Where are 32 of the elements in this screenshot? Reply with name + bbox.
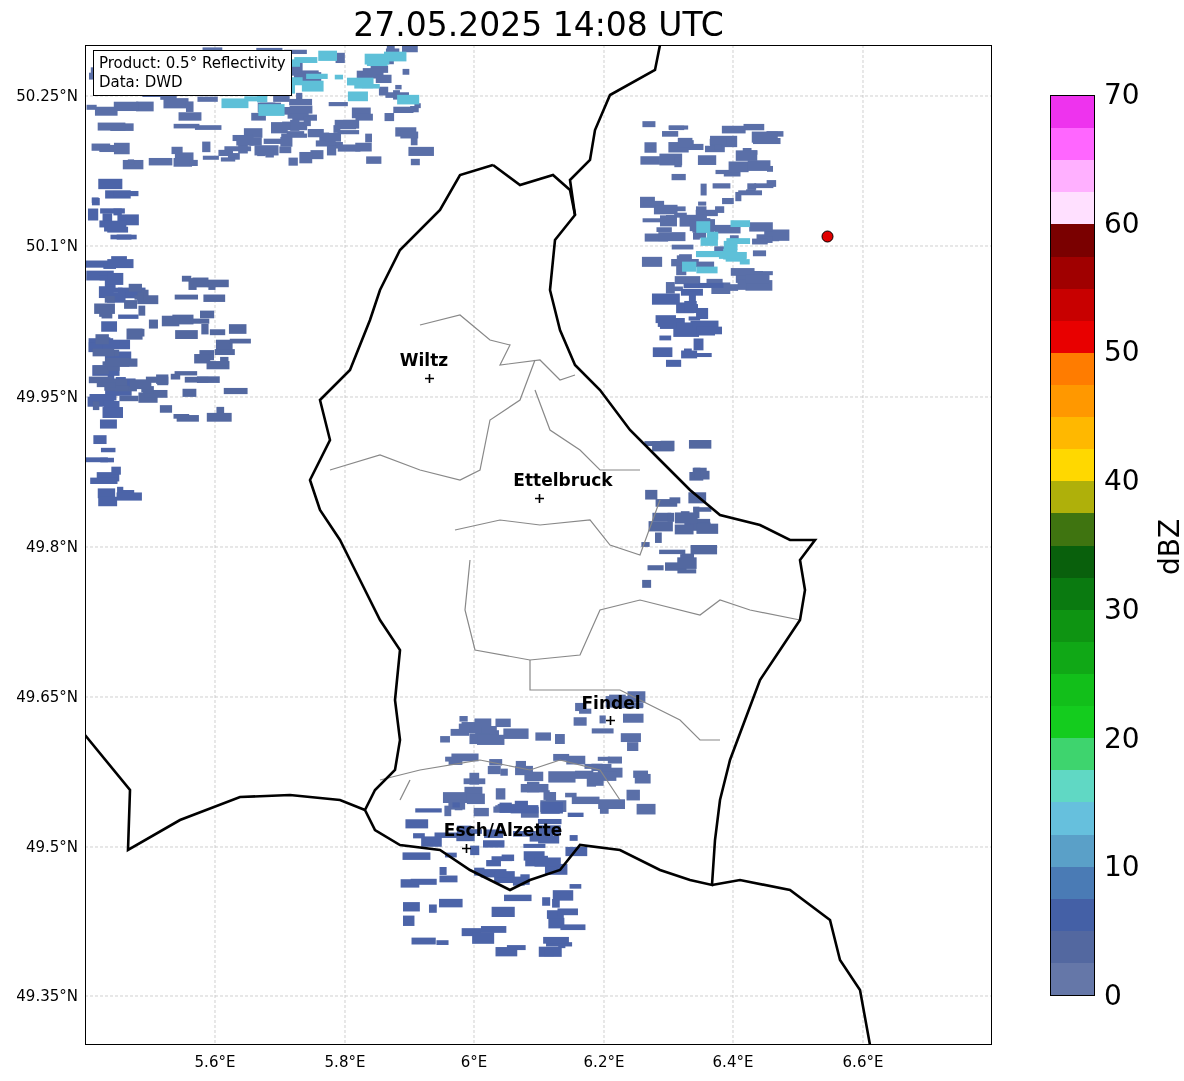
longitude-label: 5.6°E <box>193 1052 237 1072</box>
latitude-label: 49.95°N <box>16 387 78 407</box>
latitude-label: 49.8°N <box>25 537 78 557</box>
city-marker-icon <box>461 843 471 853</box>
colorbar-tick-label: 50 <box>1104 335 1140 370</box>
colorbar-tick-label: 40 <box>1104 464 1140 499</box>
latitude-label: 50.1°N <box>25 236 78 256</box>
latitude-label: 50.25°N <box>16 86 78 106</box>
colorbar-tick-label: 30 <box>1104 592 1140 627</box>
colorbar-label: dBZ <box>1153 517 1184 577</box>
city-marker-icon <box>605 715 615 725</box>
city-label: Ettelbruck <box>513 472 613 488</box>
longitude-label: 6.6°E <box>841 1052 885 1072</box>
city-label: Wiltz <box>399 352 449 368</box>
info-text: Product: 0.5° Reflectivity <box>99 54 286 73</box>
longitude-label: 6.2°E <box>582 1052 626 1072</box>
city-marker-icon <box>424 373 434 383</box>
latitude-label: 49.35°N <box>16 986 78 1006</box>
latitude-label: 49.65°N <box>16 687 78 707</box>
colorbar-tick-label: 10 <box>1104 850 1140 885</box>
longitude-label: 6.4°E <box>711 1052 755 1072</box>
chart-title: 27.05.2025 14:08 UTC <box>352 4 725 46</box>
info-text: Data: DWD <box>99 73 184 92</box>
colorbar-tick-label: 0 <box>1104 978 1122 1013</box>
latitude-label: 49.5°N <box>25 837 78 857</box>
longitude-label: 5.8°E <box>323 1052 367 1072</box>
colorbar-tick-label: 60 <box>1104 206 1140 241</box>
colorbar-tick-label: 70 <box>1104 78 1140 112</box>
city-marker-icon <box>534 493 544 503</box>
longitude-label: 6°E <box>459 1052 489 1072</box>
colorbar-tick-label: 20 <box>1104 721 1140 756</box>
radar-site-icon <box>821 230 834 243</box>
